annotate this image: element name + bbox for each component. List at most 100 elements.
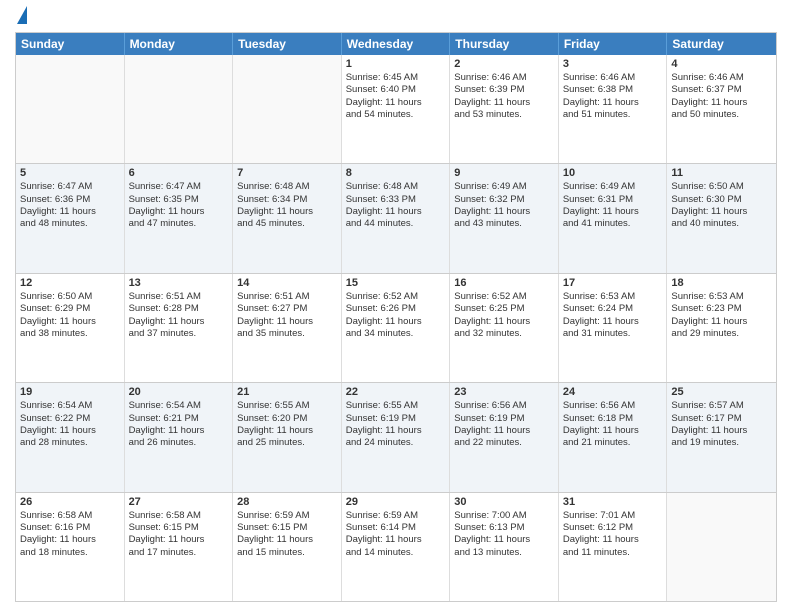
cell-info-line: Daylight: 11 hours [671,316,772,328]
cell-info-line: Daylight: 11 hours [563,97,663,109]
cell-info-line: Sunset: 6:29 PM [20,303,120,315]
cell-info-line: Sunrise: 6:46 AM [454,72,554,84]
cell-info-line: Sunrise: 6:59 AM [237,510,337,522]
cell-info-line: Sunrise: 6:57 AM [671,400,772,412]
cell-info-line: and 22 minutes. [454,437,554,449]
calendar-cell-12: 12 Sunrise: 6:50 AMSunset: 6:29 PMDayligh… [16,274,125,382]
calendar-grid: SundayMondayTuesdayWednesdayThursdayFrid… [15,32,777,602]
day-number: 22 [346,386,446,398]
day-number: 10 [563,167,663,179]
weekday-header-sunday: Sunday [16,33,125,55]
calendar-cell-10: 10Sunrise: 6:49 AMSunset: 6:31 PMDayligh… [559,164,668,272]
day-number: 9 [454,167,554,179]
cell-info-line: and 38 minutes. [20,328,120,340]
calendar-cell-empty-1 [125,55,234,163]
cell-info-line: and 32 minutes. [454,328,554,340]
cell-info-line: Daylight: 11 hours [346,316,446,328]
day-number: 17 [563,277,663,289]
day-number: 6 [129,167,229,179]
day-number: 27 [129,496,229,508]
cell-info-line: Sunrise: 6:51 AM [237,291,337,303]
cell-info-line: Sunrise: 6:58 AM [20,510,120,522]
cell-info-line: Daylight: 11 hours [237,316,337,328]
calendar-page: SundayMondayTuesdayWednesdayThursdayFrid… [0,0,792,612]
calendar-cell-empty-2 [233,55,342,163]
day-number: 8 [346,167,446,179]
cell-info-line: Sunset: 6:38 PM [563,84,663,96]
cell-info-line: Sunrise: 6:48 AM [346,181,446,193]
cell-info-line: and 26 minutes. [129,437,229,449]
calendar-cell-27: 27 Sunrise: 6:58 AMSunset: 6:15 PMDayligh… [125,493,234,601]
cell-info-line: and 47 minutes. [129,218,229,230]
cell-info-line: Daylight: 11 hours [563,316,663,328]
day-number: 24 [563,386,663,398]
cell-info-line: Sunrise: 6:49 AM [454,181,554,193]
day-number: 3 [563,58,663,70]
cell-info-line: Sunset: 6:17 PM [671,413,772,425]
calendar-row-1: 1 Sunrise: 6:45 AMSunset: 6:40 PM Daylight… [16,55,776,163]
cell-info-line: Sunset: 6:20 PM [237,413,337,425]
cell-info-line: Sunset: 6:40 PM [346,84,446,96]
calendar-row-3: 12Sunrise: 6:50 AMSunset: 6:29 PMDayligh… [16,273,776,382]
cell-info-line: Daylight: 11 hours [20,316,120,328]
day-number: 29 [346,496,446,508]
calendar-row-2: 5Sunrise: 6:47 AMSunset: 6:36 PMDaylight… [16,163,776,272]
calendar-cell-11: 11Sunrise: 6:50 AMSunset: 6:30 PMDayligh… [667,164,776,272]
calendar-cell-4: 4Sunrise: 6:46 AMSunset: 6:37 PMDaylight… [667,55,776,163]
cell-info-line: Sunset: 6:22 PM [20,413,120,425]
day-number: 12 [20,277,120,289]
cell-info-line: Daylight: 11 hours [129,534,229,546]
cell-info-line: Daylight: 11 hours [454,97,554,109]
calendar-cell-empty-6 [667,493,776,601]
cell-info-line: Daylight: 11 hours [563,534,663,546]
day-number: 1 [346,58,446,70]
cell-info-line: Sunset: 6:15 PM [129,522,229,534]
cell-info-line: and 31 minutes. [563,328,663,340]
logo-triangle-icon [17,6,27,24]
cell-info-line: Sunrise: 6:58 AM [129,510,229,522]
cell-info-line: and 54 minutes. [346,109,446,121]
cell-info-line: Sunrise: 6:46 AM [563,72,663,84]
page-header [15,10,777,24]
cell-info-line: Daylight: 11 hours [346,425,446,437]
cell-info-line: Sunset: 6:32 PM [454,194,554,206]
calendar-cell-3: 3 Sunrise: 6:46 AMSunset: 6:38 PMDaylight… [559,55,668,163]
cell-info-line: Sunset: 6:12 PM [563,522,663,534]
cell-info-line: and 48 minutes. [20,218,120,230]
day-number: 25 [671,386,772,398]
cell-info-line: and 25 minutes. [237,437,337,449]
weekday-header-wednesday: Wednesday [342,33,451,55]
cell-info-line: Sunrise: 6:51 AM [129,291,229,303]
cell-info-line: and 45 minutes. [237,218,337,230]
cell-info-line: and 50 minutes. [671,109,772,121]
cell-info-line: Daylight: 11 hours [346,206,446,218]
weekday-header-friday: Friday [559,33,668,55]
cell-info-line: and 51 minutes. [563,109,663,121]
cell-info-line: Sunrise: 6:52 AM [454,291,554,303]
cell-info-line: Sunrise: 6:45 AM [346,72,446,84]
cell-info-line: Daylight: 11 hours [454,534,554,546]
cell-info-line: Sunrise: 6:50 AM [20,291,120,303]
day-number: 28 [237,496,337,508]
calendar-cell-21: 21Sunrise: 6:55 AMSunset: 6:20 PMDayligh… [233,383,342,491]
cell-info-line: Daylight: 11 hours [129,206,229,218]
cell-info-line: Sunset: 6:31 PM [563,194,663,206]
cell-info-line: Daylight: 11 hours [237,425,337,437]
cell-info-line: Sunrise: 7:01 AM [563,510,663,522]
day-number: 31 [563,496,663,508]
day-number: 30 [454,496,554,508]
cell-info-line: Daylight: 11 hours [454,206,554,218]
cell-info-line: and 15 minutes. [237,547,337,559]
cell-info-line: and 11 minutes. [563,547,663,559]
day-number: 26 [20,496,120,508]
cell-info-line: Daylight: 11 hours [129,425,229,437]
calendar-cell-7: 7Sunrise: 6:48 AMSunset: 6:34 PMDaylight… [233,164,342,272]
day-number: 21 [237,386,337,398]
calendar-row-5: 26Sunrise: 6:58 AMSunset: 6:16 PMDayligh… [16,492,776,601]
calendar-cell-6: 6Sunrise: 6:47 AMSunset: 6:35 PMDaylight… [125,164,234,272]
cell-info-line: and 28 minutes. [20,437,120,449]
cell-info-line: Sunrise: 6:56 AM [454,400,554,412]
cell-info-line: and 35 minutes. [237,328,337,340]
cell-info-line: Sunset: 6:18 PM [563,413,663,425]
cell-info-line: Sunset: 6:26 PM [346,303,446,315]
